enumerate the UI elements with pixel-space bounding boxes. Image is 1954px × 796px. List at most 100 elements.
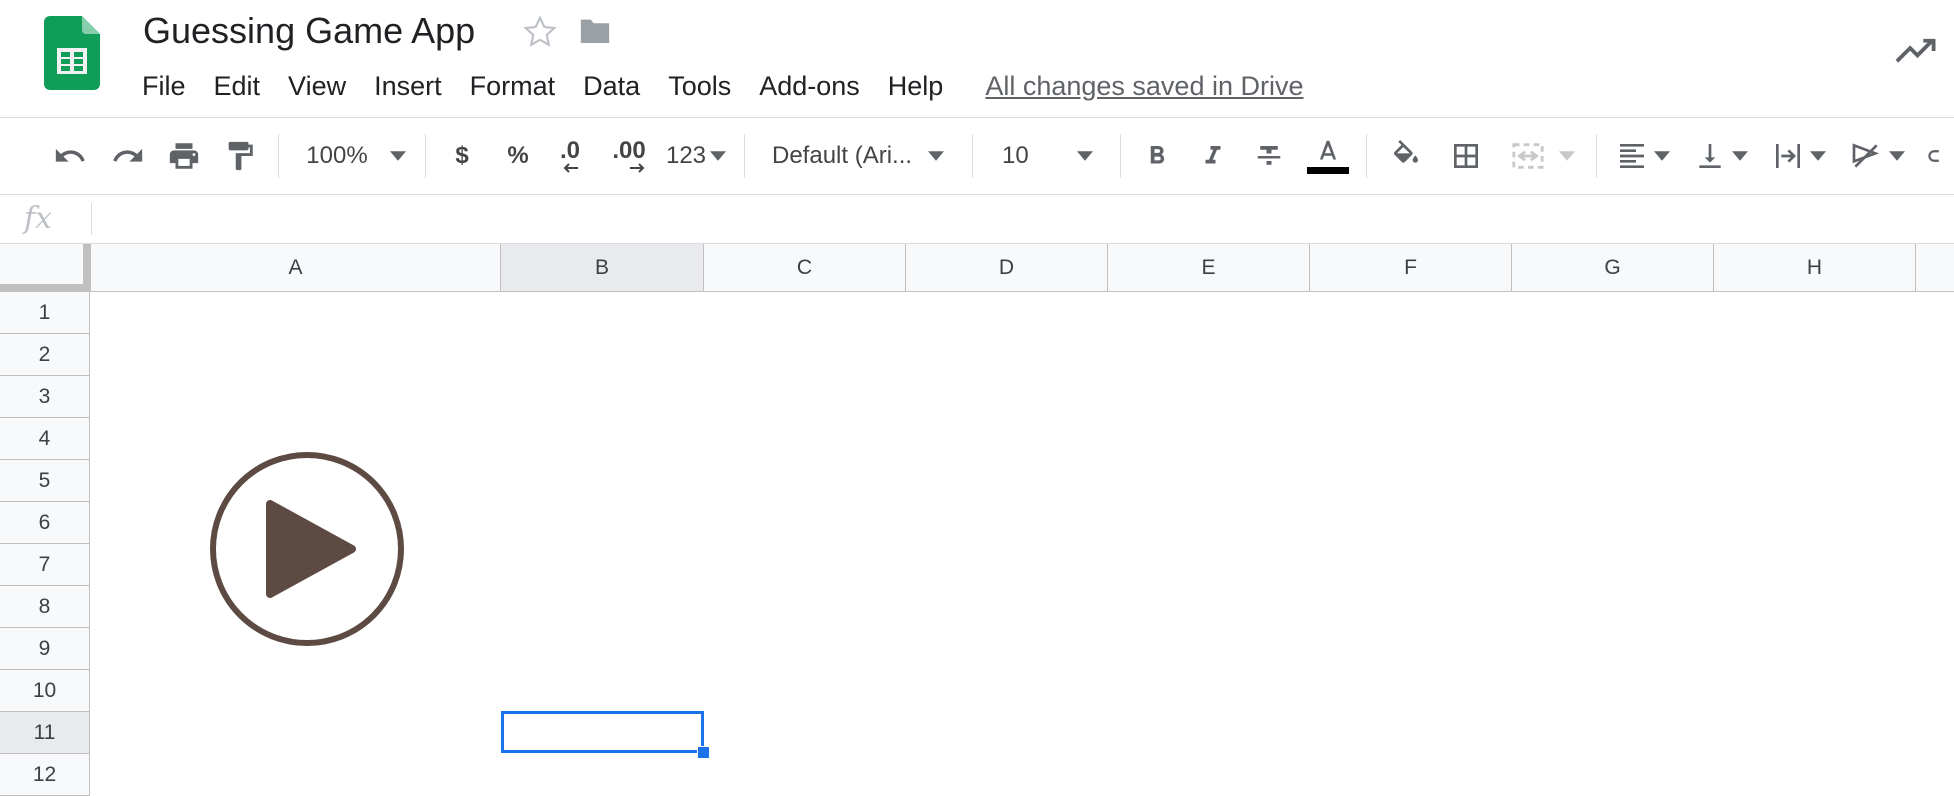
toolbar-divider [972, 134, 973, 178]
link-icon[interactable] [1926, 132, 1954, 180]
column-header-f[interactable]: F [1310, 244, 1512, 291]
row-header-11[interactable]: 11 [0, 712, 90, 754]
sheets-logo-icon[interactable] [44, 16, 100, 95]
text-color-swatch [1307, 166, 1349, 174]
play-icon [210, 452, 404, 646]
toolbar-divider [744, 134, 745, 178]
chevron-down-icon [1559, 151, 1575, 161]
zoom-select[interactable]: 100% [296, 132, 416, 180]
chevron-down-icon [1076, 151, 1093, 161]
fill-handle[interactable] [697, 746, 710, 759]
column-header-d[interactable]: D [906, 244, 1108, 291]
row-header-6[interactable]: 6 [0, 502, 90, 544]
arrow-left-icon [561, 163, 579, 173]
formula-input[interactable] [100, 201, 1944, 239]
font-size-select[interactable]: 10 [1002, 132, 1106, 180]
column-header-i[interactable] [1916, 244, 1954, 291]
font-size-value: 10 [1002, 142, 1029, 169]
menu-insert[interactable]: Insert [360, 71, 456, 102]
menu-add-ons[interactable]: Add-ons [745, 71, 874, 102]
undo-icon[interactable] [48, 132, 92, 180]
chevron-down-icon [1810, 151, 1826, 161]
save-status-link[interactable]: All changes saved in Drive [985, 71, 1303, 102]
column-header-c[interactable]: C [704, 244, 906, 291]
toolbar-divider [1366, 134, 1367, 178]
menu-view[interactable]: View [274, 71, 360, 102]
percent-format-button[interactable]: % [498, 132, 538, 180]
redo-icon[interactable] [106, 132, 150, 180]
row-header-5[interactable]: 5 [0, 460, 90, 502]
formula-bar: fx [0, 195, 1954, 244]
row-header-3[interactable]: 3 [0, 376, 90, 418]
menu-edit[interactable]: Edit [200, 71, 275, 102]
increase-decimal-button[interactable]: .00 [604, 132, 654, 180]
strikethrough-icon[interactable] [1250, 132, 1288, 180]
paint-format-icon[interactable] [218, 132, 262, 180]
menu-data[interactable]: Data [569, 71, 654, 102]
toolbar: 100% $ % .0 .00 123 Default (Ari... 10 [0, 118, 1954, 195]
star-icon[interactable] [522, 14, 558, 55]
chevron-down-icon [1889, 151, 1905, 161]
text-wrapping-icon[interactable] [1768, 132, 1830, 180]
font-family-select[interactable]: Default (Ari... [772, 132, 958, 180]
chevron-down-icon [389, 151, 406, 161]
column-header-row: A B C D E F G H [0, 244, 1954, 292]
menu-file[interactable]: File [128, 71, 200, 102]
increase-decimal-label: .00 [612, 137, 646, 164]
arrow-right-icon [629, 163, 647, 173]
column-header-h[interactable]: H [1714, 244, 1916, 291]
toolbar-divider [425, 134, 426, 178]
trending-icon[interactable] [1894, 36, 1938, 71]
play-button[interactable] [208, 450, 406, 648]
fx-label: fx [24, 201, 53, 236]
text-color-icon[interactable] [1306, 132, 1350, 180]
chevron-down-icon [928, 151, 945, 161]
row-header-1[interactable]: 1 [0, 292, 90, 334]
menu-format[interactable]: Format [456, 71, 570, 102]
bold-icon[interactable] [1138, 132, 1176, 180]
vertical-align-icon[interactable] [1690, 132, 1752, 180]
selected-cell-b11[interactable] [501, 711, 704, 753]
more-formats-label: 123 [665, 142, 707, 169]
row-header-9[interactable]: 9 [0, 628, 90, 670]
column-header-g[interactable]: G [1512, 244, 1714, 291]
currency-format-button[interactable]: $ [442, 132, 482, 180]
folder-icon[interactable] [578, 16, 612, 51]
row-header-8[interactable]: 8 [0, 586, 90, 628]
horizontal-align-icon[interactable] [1612, 132, 1674, 180]
print-icon[interactable] [162, 132, 206, 180]
fill-color-icon[interactable] [1384, 132, 1428, 180]
menu-bar: File Edit View Insert Format Data Tools … [128, 66, 1304, 106]
formula-divider [91, 203, 92, 235]
toolbar-divider [278, 134, 279, 178]
toolbar-divider [1596, 134, 1597, 178]
toolbar-divider [1120, 134, 1121, 178]
text-rotation-icon[interactable] [1846, 132, 1908, 180]
menu-tools[interactable]: Tools [654, 71, 745, 102]
italic-icon[interactable] [1194, 132, 1232, 180]
row-header-7[interactable]: 7 [0, 544, 90, 586]
decrease-decimal-button[interactable]: .0 [548, 132, 592, 180]
row-header-10[interactable]: 10 [0, 670, 90, 712]
borders-icon[interactable] [1444, 132, 1488, 180]
column-header-e[interactable]: E [1108, 244, 1310, 291]
merge-cells-icon[interactable] [1504, 132, 1582, 180]
app-header: Guessing Game App File Edit View Insert … [0, 0, 1954, 118]
chevron-down-icon [710, 151, 727, 161]
freeze-row-handle[interactable] [0, 284, 91, 291]
more-formats-button[interactable]: 123 [662, 132, 730, 180]
menu-help[interactable]: Help [874, 71, 958, 102]
zoom-value: 100% [306, 142, 368, 169]
row-header-12[interactable]: 12 [0, 754, 90, 796]
row-header-2[interactable]: 2 [0, 334, 90, 376]
font-family-value: Default (Ari... [772, 142, 913, 169]
column-header-a[interactable]: A [91, 244, 501, 291]
currency-label: $ [455, 142, 469, 169]
row-header-4[interactable]: 4 [0, 418, 90, 460]
chevron-down-icon [1654, 151, 1670, 161]
decrease-decimal-label: .0 [559, 137, 580, 164]
column-header-b[interactable]: B [501, 244, 704, 291]
row-header-column: 1 2 3 4 5 6 7 8 9 10 11 12 [0, 292, 91, 796]
percent-label: % [507, 142, 529, 169]
document-title[interactable]: Guessing Game App [143, 10, 475, 52]
